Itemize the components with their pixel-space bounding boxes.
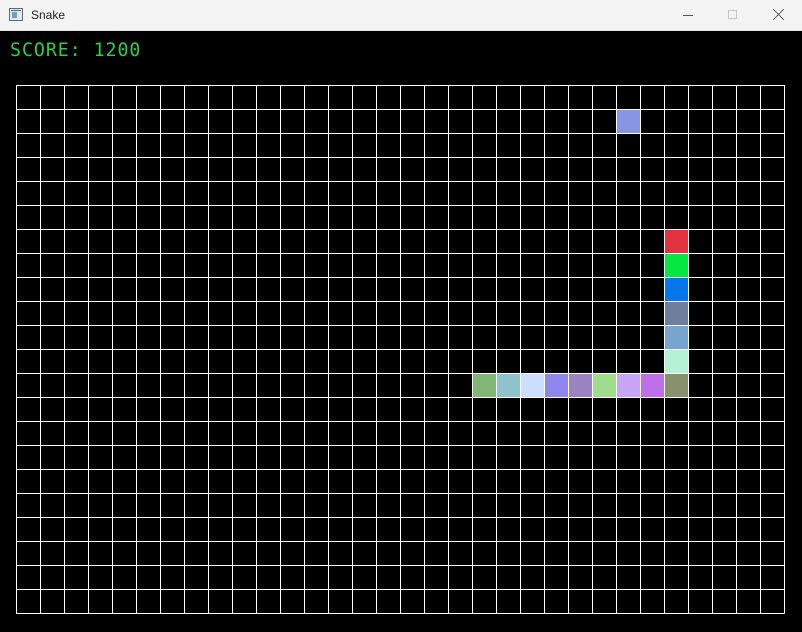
maximize-icon xyxy=(728,10,737,19)
snake-body-segment xyxy=(664,277,688,301)
snake-body-segment xyxy=(496,373,520,397)
snake-body-segment xyxy=(520,373,544,397)
snake-body-segment xyxy=(664,253,688,277)
snake-body-segment xyxy=(472,373,496,397)
app-window-icon xyxy=(9,8,23,21)
snake-body-segment xyxy=(664,373,688,397)
game-board[interactable] xyxy=(16,85,785,614)
snake-body-segment xyxy=(640,373,664,397)
window-title: Snake xyxy=(31,8,66,22)
snake-body-segment xyxy=(664,301,688,325)
score-display: SCORE: 1200 xyxy=(10,39,142,61)
snake-body-segment xyxy=(664,349,688,373)
food-cell xyxy=(616,109,640,133)
maximize-button[interactable] xyxy=(710,0,756,31)
snake-body-segment xyxy=(616,373,640,397)
snake-body-segment xyxy=(592,373,616,397)
title-bar[interactable]: Snake xyxy=(0,0,802,31)
snake-head-segment xyxy=(664,229,688,253)
snake-body-segment xyxy=(568,373,592,397)
close-icon xyxy=(773,8,785,20)
game-grid xyxy=(16,85,785,614)
snake-body-segment xyxy=(664,325,688,349)
minimize-icon xyxy=(683,15,693,16)
snake-body-segment xyxy=(544,373,568,397)
close-button[interactable] xyxy=(756,0,802,31)
minimize-button[interactable] xyxy=(664,0,710,31)
snake-window: Snake SCORE: 1200 xyxy=(0,0,802,632)
